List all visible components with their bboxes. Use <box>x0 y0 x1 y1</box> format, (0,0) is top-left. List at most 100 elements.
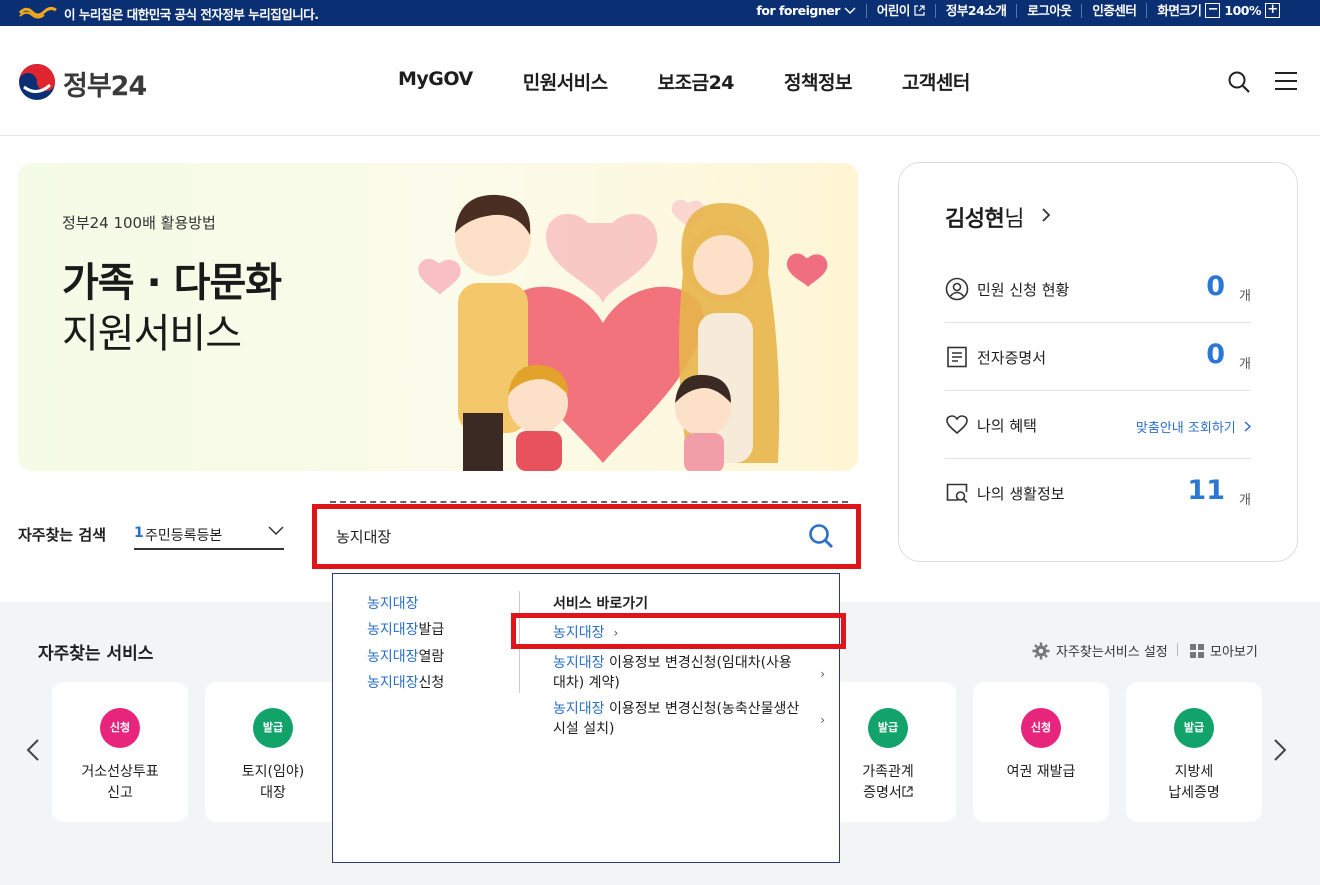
site-header: 정부24 MyGOV 민원서비스 보조금24 정책정보 고객센터 <box>0 26 1320 136</box>
main-nav: MyGOV 민원서비스 보조금24 정책정보 고객센터 <box>398 68 970 95</box>
service-shortcut-item[interactable]: 농지대장 이용정보 변경신청(임대차(사용대차) 계약) › <box>553 653 825 693</box>
service-card-line1: 지방세 <box>1174 764 1214 780</box>
service-shortcut-title: 서비스 바로가기 <box>553 596 649 612</box>
service-shortcut-item[interactable]: 농지대장 이용정보 변경신청(농축산물생산시설 설치) › <box>553 699 825 739</box>
zoom-level: 100% <box>1224 2 1261 18</box>
settings-label: 자주찾는서비스 설정 <box>1056 645 1168 660</box>
external-link-icon <box>914 5 925 16</box>
service-card-line1: 가족관계 <box>862 764 914 780</box>
kids-label: 어린이 <box>876 2 911 18</box>
service-card-label: 거소선상투표 신고 <box>52 762 188 804</box>
frequent-services-title: 자주찾는 서비스 <box>38 644 154 664</box>
frequent-search-label: 자주찾는 검색 <box>18 526 107 544</box>
suggestion-rest: 신청 <box>418 675 445 691</box>
collect-view-button[interactable]: 모아보기 <box>1190 641 1258 660</box>
life-info-row[interactable]: 나의 생활정보 11 개 <box>945 459 1251 527</box>
taegeuk-logo-icon[interactable] <box>18 63 56 101</box>
service-card[interactable]: 발급 가족관계증명서 <box>820 682 956 822</box>
frequent-search-selected: 주민등록등본 <box>145 528 223 544</box>
chevron-down-icon <box>268 526 284 536</box>
frequent-services-settings-button[interactable]: 자주찾는서비스 설정 <box>1032 641 1168 660</box>
external-link-icon <box>902 786 913 797</box>
service-card-line2: 대장 <box>260 785 286 801</box>
font-size-control: 화면크기 − 100% + <box>1146 3 1290 18</box>
chevron-left-icon[interactable] <box>26 738 40 762</box>
kids-link[interactable]: 어린이 <box>865 2 935 18</box>
row-label: 나의 혜택 <box>977 417 1037 435</box>
promo-banner[interactable]: 정부24 100배 활용방법 가족 · 다문화 지원서비스 <box>18 163 858 471</box>
suggestion-item[interactable]: 농지대장열람 <box>367 646 444 666</box>
user-profile-panel: 김성현님 민원 신청 현황 0 개 전자증명서 0 개 나의 혜택 맞춤안내 조… <box>898 162 1298 562</box>
row-label: 나의 생활정보 <box>977 485 1065 503</box>
search-window-icon <box>946 483 968 504</box>
issue-badge: 발급 <box>253 708 293 748</box>
divider <box>330 501 848 503</box>
suggestion-match: 농지대장 <box>367 649 419 665</box>
issue-badge: 발급 <box>1174 708 1214 748</box>
site-logo-text[interactable]: 정부24 <box>63 64 147 103</box>
row-unit: 개 <box>1239 493 1251 508</box>
civil-application-status-row[interactable]: 민원 신청 현황 0 개 <box>945 255 1251 323</box>
row-count: 0 <box>1206 271 1225 302</box>
my-benefits-row[interactable]: 나의 혜택 맞춤안내 조회하기 <box>945 391 1252 459</box>
user-name[interactable]: 김성현님 <box>945 201 1024 233</box>
frequent-search-select[interactable]: 1 주민등록등본 <box>134 516 284 550</box>
for-foreigner-label: for foreigner <box>756 2 840 18</box>
service-card-line1: 여권 재발급 <box>1006 764 1076 780</box>
service-card-label: 가족관계증명서 <box>820 762 956 804</box>
suggestion-item[interactable]: 농지대장신청 <box>367 672 444 692</box>
nav-policy-info[interactable]: 정책정보 <box>784 68 852 95</box>
custom-guide-label: 맞춤안내 조회하기 <box>1135 421 1236 436</box>
zoom-in-button[interactable]: + <box>1265 3 1280 18</box>
banner-title-secondary: 지원서비스 <box>62 311 242 357</box>
service-card[interactable]: 발급 토지(임야) 대장 <box>205 682 341 822</box>
suggestion-match: 농지대장 <box>367 622 419 638</box>
nav-subsidy24[interactable]: 보조금24 <box>658 68 735 95</box>
grid-icon <box>1190 643 1204 658</box>
family-illustration <box>418 194 828 471</box>
cert-center-link[interactable]: 인증센터 <box>1081 2 1146 18</box>
collect-label: 모아보기 <box>1210 645 1258 660</box>
gear-icon <box>1032 642 1050 659</box>
about-label: 정부24소개 <box>945 2 1007 18</box>
service-card-line2: 납세증명 <box>1168 785 1220 801</box>
nav-mygov[interactable]: MyGOV <box>398 68 473 95</box>
hamburger-menu-icon[interactable] <box>1275 71 1297 91</box>
nav-civil-service[interactable]: 민원서비스 <box>523 68 608 95</box>
apply-badge: 신청 <box>100 708 140 748</box>
row-unit: 개 <box>1239 289 1251 304</box>
row-count: 11 <box>1187 475 1225 506</box>
nav-customer-center[interactable]: 고객센터 <box>902 68 970 95</box>
service-card[interactable]: 신청 거소선상투표 신고 <box>52 682 188 822</box>
suggestion-item[interactable]: 농지대장 <box>367 593 419 613</box>
chevron-right-icon: › <box>820 667 825 681</box>
e-certificate-row[interactable]: 전자증명서 0 개 <box>945 323 1251 391</box>
service-card-label: 여권 재발급 <box>973 762 1109 783</box>
service-card-line2: 신고 <box>107 785 133 801</box>
row-label: 전자증명서 <box>977 349 1047 367</box>
service-card-line1: 토지(임야) <box>241 764 305 780</box>
row-count: 0 <box>1206 339 1225 370</box>
about-link[interactable]: 정부24소개 <box>934 2 1016 18</box>
egov-logo-icon <box>18 6 57 19</box>
cert-center-label: 인증센터 <box>1092 2 1137 18</box>
zoom-out-button[interactable]: − <box>1205 3 1221 18</box>
service-card[interactable]: 신청 여권 재발급 <box>973 682 1109 822</box>
logout-label: 로그아웃 <box>1027 2 1072 18</box>
chevron-right-icon[interactable] <box>1273 738 1287 762</box>
heart-icon <box>946 415 968 435</box>
custom-guide-link[interactable]: 맞춤안내 조회하기 <box>1135 417 1252 436</box>
apply-badge: 신청 <box>1021 708 1061 748</box>
gov-notice-bar: 이 누리집은 대한민국 공식 전자정부 누리집입니다. for foreigne… <box>0 0 1320 26</box>
service-card-line2: 증명서 <box>863 785 902 801</box>
service-card[interactable]: 발급 지방세납세증명 <box>1126 682 1262 822</box>
logout-link[interactable]: 로그아웃 <box>1016 2 1081 18</box>
gov-notice-text: 이 누리집은 대한민국 공식 전자정부 누리집입니다. <box>64 7 319 22</box>
search-highlight-outline <box>312 504 861 569</box>
for-foreigner-link[interactable]: for foreigner <box>746 2 865 18</box>
suggestion-item[interactable]: 농지대장발급 <box>367 619 444 639</box>
search-icon[interactable] <box>1227 70 1251 94</box>
issue-badge: 발급 <box>868 708 908 748</box>
divider <box>1177 643 1178 656</box>
chevron-right-icon[interactable] <box>1041 207 1051 223</box>
